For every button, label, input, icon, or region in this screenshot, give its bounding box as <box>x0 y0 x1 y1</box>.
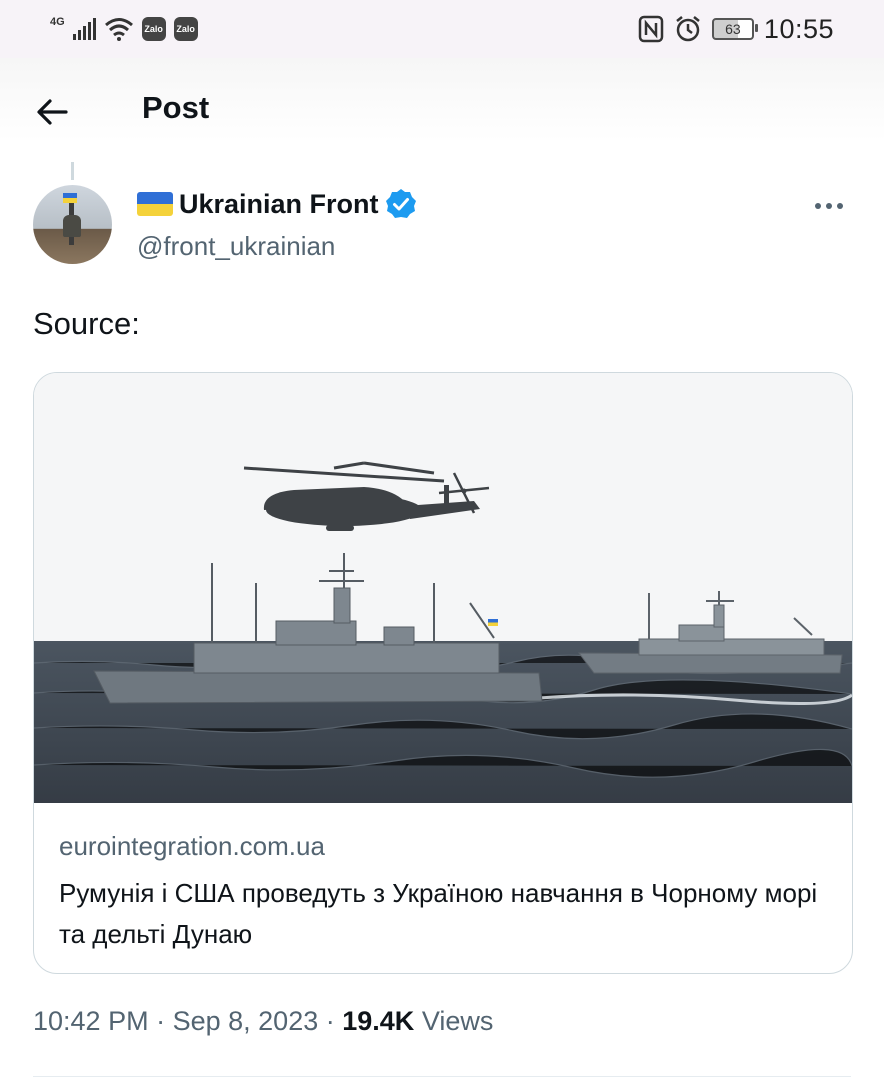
ukraine-flag-icon <box>137 192 173 216</box>
signal-icon <box>72 18 96 40</box>
tweet-date[interactable]: Sep 8, 2023 <box>173 1006 319 1036</box>
tweet-meta: 10:42 PM · Sep 8, 2023 · 19.4K Views <box>33 1006 493 1037</box>
nfc-icon <box>638 15 664 43</box>
back-arrow-icon[interactable] <box>34 94 70 130</box>
tweet-time[interactable]: 10:42 PM <box>33 1006 149 1036</box>
views-count[interactable]: 19.4K <box>342 1006 414 1036</box>
wifi-icon <box>104 18 133 41</box>
meta-separator: · <box>156 1006 173 1036</box>
thread-line <box>71 162 74 180</box>
post-header: Post <box>0 58 884 162</box>
card-domain[interactable]: eurointegration.com.ua <box>59 831 325 862</box>
avatar[interactable] <box>33 185 112 264</box>
tweet-text: Source: <box>33 306 140 341</box>
author-name-row[interactable]: Ukrainian Front <box>137 188 417 220</box>
network-type: 4G <box>50 16 65 28</box>
status-right: 63 10:55 <box>638 12 834 46</box>
link-card[interactable]: eurointegration.com.ua Румунія і США про… <box>33 372 853 974</box>
divider <box>33 1076 851 1077</box>
alarm-icon <box>676 16 700 42</box>
clock: 10:55 <box>763 13 834 44</box>
meta-separator: · <box>325 1006 343 1036</box>
card-title[interactable]: Румунія і США проведуть з Україною навча… <box>59 873 819 955</box>
card-image[interactable] <box>34 373 852 803</box>
zalo-app-icon: Zalo <box>173 17 198 41</box>
more-options-icon[interactable] <box>815 196 855 216</box>
page-title: Post <box>142 90 210 125</box>
author-handle[interactable]: @front_ukrainian <box>137 231 335 262</box>
zalo-app-icon: Zalo <box>141 17 166 41</box>
status-bar: 4G Zalo Zalo 63 10:55 <box>0 0 884 58</box>
author-name[interactable]: Ukrainian Front <box>179 189 379 220</box>
battery-icon: 63 <box>711 18 758 40</box>
status-left: 4G Zalo Zalo <box>50 14 198 44</box>
views-label: Views <box>421 1006 494 1036</box>
verified-badge-icon[interactable] <box>385 188 417 220</box>
battery-level: 63 <box>725 21 741 37</box>
